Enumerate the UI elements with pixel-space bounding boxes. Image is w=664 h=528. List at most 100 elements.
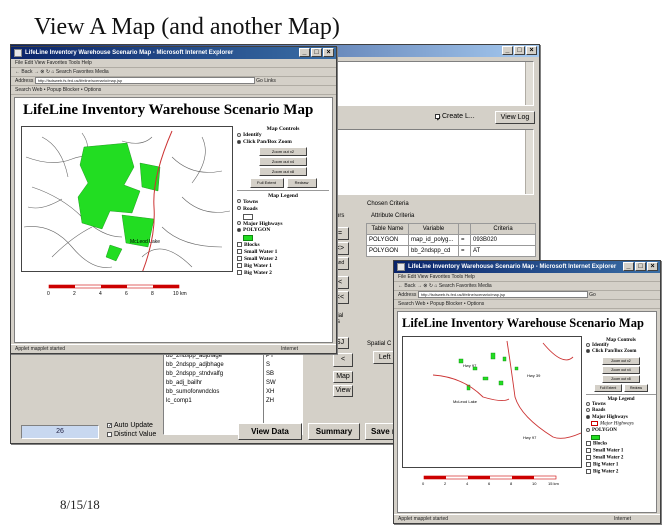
polygon-label: POLYGON <box>592 427 617 433</box>
list-item[interactable]: bb_adj_bailhr <box>164 379 268 388</box>
close-icon[interactable]: × <box>526 46 537 55</box>
create-layer-checkbox[interactable]: ✓Create L... <box>435 113 475 123</box>
zoom-out-x8-button[interactable]: Zoom out x8 <box>259 166 307 176</box>
move-left-button[interactable]: < <box>333 353 353 367</box>
pan-zoom-radio[interactable]: Click Pan/Box Zoom <box>237 139 329 146</box>
go-button[interactable]: Go <box>256 78 263 84</box>
legend-small-water-2[interactable]: Small Water 2 <box>586 455 656 462</box>
links-button[interactable]: Links <box>264 78 276 84</box>
list-item[interactable]: bb_2ndspp_stndvalfg <box>164 370 268 379</box>
major-highways-sub-label: Major Highways <box>600 421 634 427</box>
redraw-button[interactable]: Redraw <box>286 177 317 188</box>
query-text-area[interactable] <box>329 129 534 195</box>
table-row[interactable]: POLYGON map_id_polyg... = 093B020 <box>367 235 536 246</box>
maximize-icon[interactable]: □ <box>635 262 646 271</box>
go-button[interactable]: Go <box>589 292 596 298</box>
criteria-grid[interactable]: Table Name Variable Criteria POLYGON map… <box>366 223 536 257</box>
table-row[interactable]: POLYGON bb_2ndspp_cd = AT <box>367 246 536 257</box>
list-item[interactable]: XH <box>264 388 302 397</box>
list-item[interactable]: bb_sumoforwndclos <box>164 388 268 397</box>
list-item[interactable]: lc_comp1 <box>164 397 268 406</box>
view-button[interactable]: View <box>333 385 353 397</box>
links-bar[interactable]: Search Web • Popup Blocker • Options <box>11 86 336 95</box>
address-input[interactable]: http://lsdsweb.fs.fed.us/lifeline/scenar… <box>34 77 255 85</box>
browser-toolbar[interactable]: ← Back → ⊗ ↻ ⌂ Search Favorites Media <box>11 68 336 77</box>
checkbox-icon <box>107 431 112 437</box>
legend-blocks[interactable]: Blocks <box>586 441 656 448</box>
scale-tick: 0 <box>422 481 425 486</box>
maximize-icon[interactable]: □ <box>514 46 525 55</box>
zoom-out-x8-button[interactable]: Zoom out x8 <box>602 374 640 383</box>
minimize-icon[interactable]: _ <box>299 48 310 57</box>
auto-update-checkbox[interactable]: ✓ Auto Update <box>107 422 153 429</box>
legend-major-highways[interactable]: Major Highways <box>237 221 329 228</box>
full-extent-button[interactable]: Full Extent <box>249 177 284 188</box>
log-area[interactable] <box>329 61 534 106</box>
map-button[interactable]: Map <box>333 371 353 383</box>
list-item[interactable]: ZH <box>264 397 302 406</box>
legend-big-water-1[interactable]: Big Water 1 <box>586 461 656 469</box>
legend-towns[interactable]: Towns <box>237 199 329 206</box>
browser-toolbar[interactable]: ← Back → ⊗ ↻ ⌂ Search Favorites Media <box>394 282 660 291</box>
legend-big-water-2[interactable]: Big Water 2 <box>237 270 329 277</box>
chosen-criteria-label: Chosen Criteria <box>367 201 409 207</box>
map-drawing[interactable]: McLeod Lake <box>22 127 233 272</box>
legend-blocks[interactable]: Blocks <box>237 242 329 249</box>
menu-bar[interactable]: File Edit View Favorites Tools Help <box>11 59 336 68</box>
list-item[interactable]: bb_2ndspp_adjbhage <box>164 361 268 370</box>
slide-date: 8/15/18 <box>60 497 100 512</box>
identify-radio[interactable]: Identify <box>237 132 329 139</box>
table-cell: = <box>459 235 471 245</box>
radio-icon <box>237 199 241 204</box>
checkbox-icon: ✓ <box>435 113 442 123</box>
scale-tick: 0 <box>47 291 50 297</box>
maximize-icon[interactable]: □ <box>311 48 322 57</box>
list-item[interactable]: S <box>264 361 302 370</box>
radio-icon <box>586 401 590 406</box>
legend-polygon[interactable]: POLYGON <box>237 227 329 234</box>
legend-roads[interactable]: Roads <box>237 206 329 213</box>
legend-big-water-2[interactable]: Big Water 2 <box>586 468 656 476</box>
address-input[interactable]: http://lsdsweb.fs.fed.us/lifeline/scenar… <box>417 291 588 299</box>
map-canvas[interactable]: McLeod Lake <box>21 126 233 272</box>
menu-bar[interactable]: File Edit View Favorites Tools Help <box>394 273 660 282</box>
zoom-out-x4-button[interactable]: Zoom out x4 <box>602 365 640 374</box>
list-item[interactable]: SW <box>264 379 302 388</box>
close-icon[interactable]: × <box>323 48 334 57</box>
browser-title: LifeLine Inventory Warehouse Scenario Ma… <box>408 264 617 270</box>
ie-icon <box>14 49 22 57</box>
minimize-icon[interactable]: _ <box>502 46 513 55</box>
legend-small-water-1[interactable]: Small Water 1 <box>586 448 656 455</box>
zoom-out-x2-button[interactable]: Zoom out x2 <box>602 356 640 365</box>
address-bar[interactable]: Address http://lsdsweb.fs.fed.us/lifelin… <box>394 291 660 300</box>
highway-line <box>142 130 173 271</box>
legend-polygon[interactable]: POLYGON <box>586 427 656 434</box>
legend-big-water-1[interactable]: Big Water 1 <box>237 263 329 270</box>
pan-zoom-radio[interactable]: Click Pan/Box Zoom <box>586 349 656 355</box>
links-bar[interactable]: Search Web • Popup Blocker • Options <box>394 300 660 309</box>
summary-button[interactable]: Summary <box>308 423 360 440</box>
close-icon[interactable]: × <box>647 262 658 271</box>
table-cell: = <box>459 246 471 256</box>
browser-title-bar: LifeLine Inventory Warehouse Scenario Ma… <box>11 47 336 59</box>
redraw-button[interactable]: Redraw <box>624 383 648 392</box>
full-extent-button[interactable]: Full Extent <box>594 383 622 392</box>
legend-small-water-2[interactable]: Small Water 2 <box>237 256 329 263</box>
map-drawing[interactable]: Hwy 97 Hwy 39 Hwy 97 McLeod Lake <box>403 337 582 468</box>
column-header <box>459 224 471 234</box>
radio-icon <box>586 349 590 354</box>
legend-small-water-1[interactable]: Small Water 1 <box>237 249 329 256</box>
address-bar[interactable]: Address http://lsdsweb.fs.fed.us/lifelin… <box>11 77 336 86</box>
view-log-button[interactable]: View Log <box>495 111 535 124</box>
list-item[interactable]: SB <box>264 370 302 379</box>
zoom-out-x4-button[interactable]: Zoom out x4 <box>259 156 307 166</box>
distinct-value-checkbox[interactable]: Distinct Value <box>107 431 156 438</box>
blocks-label: Blocks <box>593 441 608 447</box>
minimize-icon[interactable]: _ <box>623 262 634 271</box>
scale-bar: 0 2 4 6 8 10 km <box>43 283 193 303</box>
checkbox-icon <box>586 468 591 474</box>
zoom-out-x2-button[interactable]: Zoom out x2 <box>259 146 307 156</box>
map-canvas[interactable]: Hwy 97 Hwy 39 Hwy 97 McLeod Lake <box>402 336 582 468</box>
view-data-button[interactable]: View Data <box>238 423 302 440</box>
small-water-2-label: Small Water 2 <box>593 455 624 461</box>
